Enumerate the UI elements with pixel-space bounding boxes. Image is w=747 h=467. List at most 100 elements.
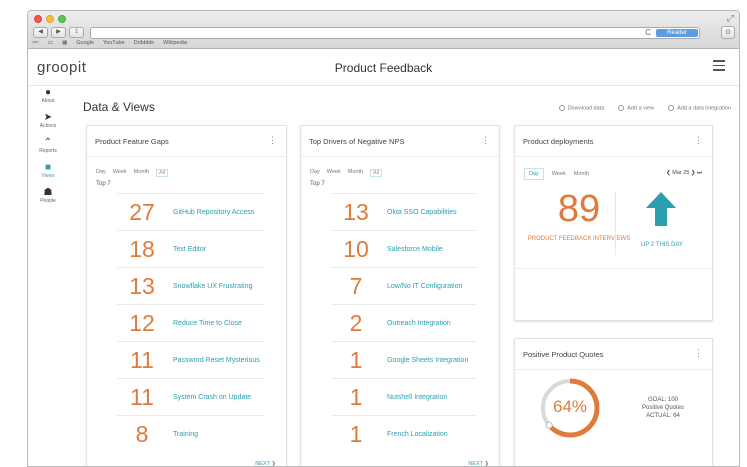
item-label[interactable]: Reduce Time to Close — [167, 320, 242, 327]
item-count: 18 — [129, 235, 155, 262]
filter-all[interactable]: All — [370, 169, 383, 177]
item-label[interactable]: Snowflake UX Frustrating — [167, 283, 252, 290]
sidebar-item-actions[interactable]: ➤ Actions — [28, 112, 68, 129]
item-label[interactable]: French Localization — [381, 431, 448, 438]
filter-week[interactable]: Week — [552, 171, 566, 177]
item-count: 27 — [129, 198, 155, 225]
list-item[interactable]: 13 Okta SSO Capabilities — [331, 193, 477, 230]
top-sites-icon[interactable]: ▦ — [62, 40, 67, 46]
reader-button[interactable]: Reader — [656, 29, 698, 37]
item-label[interactable]: Training — [167, 431, 198, 438]
sidebar-item-about[interactable]: ● About — [28, 87, 68, 104]
zoom-window-button[interactable] — [58, 15, 66, 23]
gauge-percent: 64% — [552, 397, 588, 416]
download-data-button[interactable]: Download data — [558, 105, 605, 112]
people-icon: ☗ — [43, 187, 53, 198]
top-label: Top 7 — [310, 181, 325, 187]
filter-week[interactable]: Week — [113, 169, 127, 177]
bookmark-google[interactable]: Google — [76, 40, 94, 46]
item-label[interactable]: Outreach Integration — [381, 320, 451, 327]
address-bar[interactable]: C Reader — [90, 27, 700, 39]
goal-line: GOAL: 100 — [647, 397, 679, 403]
sidebar-item-label: Reports — [39, 148, 57, 154]
item-count: 1 — [349, 346, 363, 373]
reload-icon[interactable]: C — [645, 28, 651, 38]
item-count: 11 — [130, 383, 154, 410]
item-label[interactable]: System Crash on Update — [167, 394, 251, 401]
bookmark-dribbble[interactable]: Dribbble — [134, 40, 154, 46]
more-options-icon[interactable]: ⋮ — [694, 135, 703, 146]
sidebar-item-reports[interactable]: ⌃ Reports — [28, 137, 68, 154]
downloads-button[interactable]: ⊙ — [721, 26, 735, 39]
views-icon: ■ — [44, 162, 52, 173]
list-item[interactable]: 11 Password Reset Mysterious — [117, 341, 264, 378]
reading-list-icon[interactable]: 👓 — [32, 40, 39, 46]
info-icon: ● — [44, 87, 52, 98]
item-label[interactable]: Okta SSO Capabilities — [381, 209, 457, 216]
more-options-icon[interactable]: ⋮ — [694, 348, 703, 359]
divider — [87, 156, 286, 157]
negative-nps-card: Top Drivers of Negative NPS ⋮ Day Week M… — [300, 125, 500, 466]
sidebar-item-views[interactable]: ■ Views — [28, 162, 68, 179]
more-options-icon[interactable]: ⋮ — [481, 135, 490, 146]
section-title: Data & Views — [83, 100, 155, 114]
minimize-window-button[interactable] — [46, 15, 54, 23]
list-item[interactable]: 11 System Crash on Update — [117, 378, 264, 415]
list-item[interactable]: 2 Outreach Integration — [331, 304, 477, 341]
back-button[interactable]: ◀ — [33, 27, 48, 38]
share-button[interactable]: ⇪ — [69, 27, 84, 38]
filter-day[interactable]: Day — [524, 168, 544, 180]
item-label[interactable]: GitHub Repository Access — [167, 209, 254, 216]
bookmark-youtube[interactable]: YouTube — [103, 40, 125, 46]
list-item[interactable]: 13 Snowflake UX Frustrating — [117, 267, 264, 304]
forward-button[interactable]: ▶ — [51, 27, 66, 38]
list-item[interactable]: 8 Training — [117, 415, 264, 452]
close-window-button[interactable] — [34, 15, 42, 23]
date-navigator[interactable]: ❮ Mar 25 ❯ ⏭ — [666, 170, 702, 177]
filter-day[interactable]: Day — [96, 169, 106, 177]
more-options-icon[interactable]: ⋮ — [268, 135, 277, 146]
item-label[interactable]: Low/No IT Configuration — [381, 283, 462, 290]
filter-day[interactable]: Day — [310, 169, 320, 177]
item-label[interactable]: Nutshell Integration — [381, 394, 447, 401]
filter-month[interactable]: Month — [574, 171, 589, 177]
page-title: Product Feedback — [334, 61, 433, 75]
item-label[interactable]: Google Sheets Integration — [381, 357, 468, 364]
fullscreen-icon[interactable]: ⤢ — [727, 13, 734, 24]
add-view-label: Add a view — [627, 105, 655, 112]
filter-week[interactable]: Week — [327, 169, 341, 177]
list-item[interactable]: 1 Google Sheets Integration — [331, 341, 477, 378]
filter-month[interactable]: Month — [134, 169, 149, 177]
filter-all[interactable]: All — [156, 169, 169, 177]
item-label[interactable]: Salesforce Mobile — [381, 246, 443, 253]
item-label[interactable]: Text Editor — [167, 246, 206, 253]
sidebar-item-label: Actions — [39, 123, 57, 129]
list-item[interactable]: 27 GitHub Repository Access — [117, 193, 264, 230]
bookmark-wikipedia[interactable]: Wikipedia — [163, 40, 187, 46]
arrow-up-icon — [646, 192, 676, 226]
list-item[interactable]: 7 Low/No IT Configuration — [331, 267, 477, 304]
gauge-knob — [545, 421, 553, 429]
window-controls — [34, 15, 66, 23]
bookmarks-book-icon[interactable]: ▭ — [48, 40, 53, 46]
goal-line: ACTUAL: 64 — [646, 413, 680, 419]
next-link[interactable]: NEXT ❯ — [255, 461, 276, 466]
filter-month[interactable]: Month — [348, 169, 363, 177]
sidebar-item-people[interactable]: ☗ People — [28, 187, 68, 204]
next-link[interactable]: NEXT ❯ — [468, 461, 489, 466]
main-content: Data & Views Download data Add a view Ad… — [72, 87, 739, 466]
app-header: groopit Product Feedback — [28, 49, 739, 86]
list-item[interactable]: 10 Salesforce Mobile — [331, 230, 477, 267]
item-count: 11 — [130, 346, 154, 373]
list-item[interactable]: 1 French Localization — [331, 415, 477, 452]
add-integration-button[interactable]: Add a data integration — [668, 105, 731, 111]
item-count: 13 — [343, 198, 369, 225]
add-view-button[interactable]: Add a view — [618, 105, 654, 111]
list-item[interactable]: 18 Text Editor — [117, 230, 264, 267]
list-item[interactable]: 12 Reduce Time to Close — [117, 304, 264, 341]
hamburger-menu-icon[interactable] — [713, 60, 725, 74]
list-item[interactable]: 1 Nutshell Integration — [331, 378, 477, 415]
item-label[interactable]: Password Reset Mysterious — [167, 357, 260, 364]
browser-window: ⤢ ◀ ▶ ⇪ C Reader ⊙ 👓 ▭ ▦ Google YouTube … — [27, 10, 740, 467]
download-data-label: Download data — [567, 105, 605, 112]
